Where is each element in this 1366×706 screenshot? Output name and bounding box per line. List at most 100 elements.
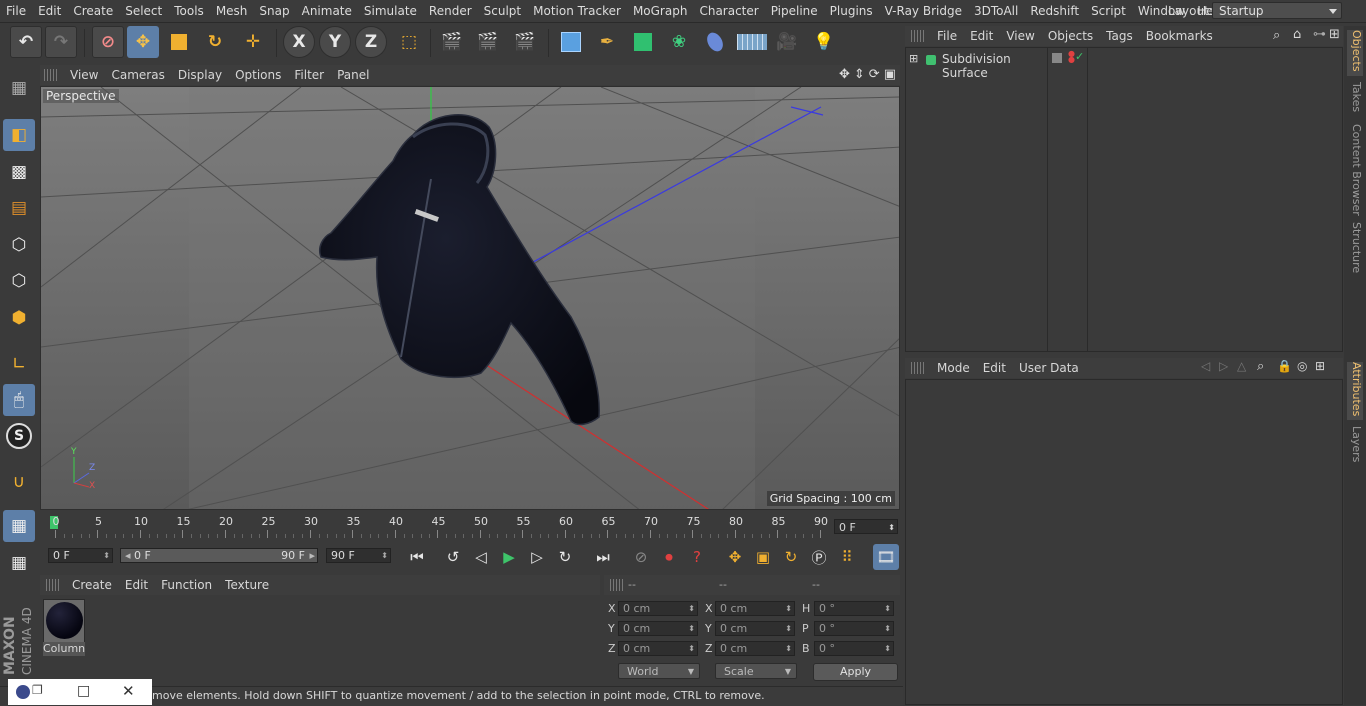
axis-mode-button[interactable]: ∟	[3, 348, 35, 380]
lock-workplane-button[interactable]: ▦	[3, 510, 35, 542]
attribute-menu-user-data[interactable]: User Data	[1015, 361, 1088, 375]
tab-objects[interactable]: Objects	[1347, 30, 1363, 76]
cloner-button[interactable]: ❀	[663, 26, 695, 58]
snap-button[interactable]: S	[3, 420, 35, 452]
key-scale-button[interactable]: ▣	[750, 544, 776, 570]
end-frame-field[interactable]: 90 F ⬍	[326, 548, 391, 563]
object-menu-view[interactable]: View	[1002, 29, 1043, 43]
viewport-menu-options[interactable]: Options	[231, 68, 290, 82]
coordinate-mode-dropdown[interactable]: World ▼	[618, 663, 700, 679]
menu-simulate[interactable]: Simulate	[358, 0, 423, 22]
object-menu-file[interactable]: File	[933, 29, 966, 43]
new-panel-icon[interactable]: ⊞	[1315, 359, 1325, 373]
deformer-button[interactable]	[699, 26, 731, 58]
search-icon[interactable]: ⌕	[1257, 359, 1264, 374]
floor-object-button[interactable]	[734, 26, 770, 58]
perspective-viewport[interactable]: Perspective Y Z X Grid Spacing : 100 cm	[40, 86, 900, 510]
key-point-level-button[interactable]: ⠿	[834, 544, 860, 570]
menu-vray-bridge[interactable]: V-Ray Bridge	[879, 0, 968, 22]
menu-file[interactable]: File	[0, 0, 32, 22]
menu-create[interactable]: Create	[67, 0, 119, 22]
start-frame-field[interactable]: 0 F ⬍	[48, 548, 113, 563]
tab-layers[interactable]: Layers	[1347, 426, 1363, 466]
render-view-button[interactable]: 🎬	[436, 26, 468, 58]
tweak-mode-button[interactable]: 🖱	[3, 384, 35, 416]
points-mode-button[interactable]: ⬡	[3, 229, 35, 261]
viewport-menu-filter[interactable]: Filter	[290, 68, 333, 82]
layer-tag-icon[interactable]	[1052, 53, 1062, 63]
coordinate-system-button[interactable]: ⬚	[393, 26, 425, 58]
menu-edit[interactable]: Edit	[32, 0, 67, 22]
position-field[interactable]: 0 cm ⬍	[618, 621, 698, 636]
timeline-ruler[interactable]: 0 5 10 15 20 25 30 35 40 45 50 55 60 65 70 75 80 85 90	[40, 512, 900, 540]
menu-character[interactable]: Character	[693, 0, 764, 22]
preview-range-slider[interactable]: ◂ 0 F 90 F ▸	[120, 548, 318, 563]
tab-content-browser[interactable]: Content Browser	[1347, 124, 1363, 216]
object-row[interactable]: ⊞ Subdivision Surface	[906, 52, 1046, 80]
edges-mode-button[interactable]: ⬡	[3, 265, 35, 297]
menu-render[interactable]: Render	[423, 0, 478, 22]
y-axis-lock-button[interactable]: Y	[319, 26, 351, 58]
planar-workplane-button[interactable]: ▦	[3, 547, 35, 579]
viewport-menu-panel[interactable]: Panel	[333, 68, 378, 82]
target-icon[interactable]: ◎	[1297, 359, 1307, 373]
menu-3dtoall[interactable]: 3DToAll	[968, 0, 1024, 22]
x-axis-lock-button[interactable]: X	[283, 26, 315, 58]
position-field[interactable]: 0 cm ⬍	[618, 601, 698, 616]
render-picture-viewer-button[interactable]: 🎬	[472, 26, 504, 58]
key-parameter-button[interactable]: Ⓟ	[806, 544, 832, 570]
restore-icon[interactable]: ❐	[32, 683, 43, 697]
live-selection-button[interactable]: ⊘	[92, 26, 124, 58]
play-button[interactable]: ▶	[496, 544, 522, 570]
record-keys-button[interactable]: ⊘	[628, 544, 654, 570]
keyframe-selection-button[interactable]: ?	[684, 544, 710, 570]
material-menu-create[interactable]: Create	[68, 578, 121, 592]
maximize-window-icon[interactable]: □	[77, 683, 90, 699]
menu-redshift[interactable]: Redshift	[1024, 0, 1085, 22]
close-icon[interactable]: ✕	[122, 682, 135, 700]
object-menu-edit[interactable]: Edit	[966, 29, 1002, 43]
render-settings-button[interactable]: 🎬	[509, 26, 541, 58]
link-icon[interactable]: ⊶	[1313, 27, 1326, 42]
viewport-menu-view[interactable]: View	[66, 68, 107, 82]
material-menu-edit[interactable]: Edit	[121, 578, 157, 592]
material-preview[interactable]	[43, 599, 85, 643]
menu-mograph[interactable]: MoGraph	[627, 0, 694, 22]
previous-frame-button[interactable]: ◁	[468, 544, 494, 570]
menu-mesh[interactable]: Mesh	[210, 0, 254, 22]
scale-mode-dropdown[interactable]: Scale ▼	[715, 663, 797, 679]
layout-dropdown[interactable]: Startup	[1212, 2, 1342, 19]
lock-icon[interactable]: 🔒	[1277, 359, 1292, 373]
minimized-window-bar[interactable]: ❐ □ ✕	[8, 679, 152, 705]
menu-select[interactable]: Select	[119, 0, 168, 22]
light-object-button[interactable]: 💡	[808, 26, 840, 58]
menu-pipeline[interactable]: Pipeline	[765, 0, 824, 22]
object-menu-bookmarks[interactable]: Bookmarks	[1142, 29, 1222, 43]
go-to-end-button[interactable]: ⏭	[590, 544, 616, 570]
menu-motion-tracker[interactable]: Motion Tracker	[527, 0, 627, 22]
z-axis-lock-button[interactable]: Z	[355, 26, 387, 58]
subdivision-surface-button[interactable]	[627, 26, 659, 58]
workplane-mode-button[interactable]: ▤	[3, 192, 35, 224]
magnet-button[interactable]: ∪	[3, 466, 35, 498]
menu-animate[interactable]: Animate	[296, 0, 358, 22]
menu-script[interactable]: Script	[1085, 0, 1132, 22]
rotation-field[interactable]: 0 ° ⬍	[814, 641, 894, 656]
object-menu-objects[interactable]: Objects	[1044, 29, 1102, 43]
rotate-tool-button[interactable]: ↻	[199, 26, 231, 58]
attribute-menu-mode[interactable]: Mode	[933, 361, 979, 375]
key-rotation-button[interactable]: ↻	[778, 544, 804, 570]
back-arrow-icon[interactable]: ◁	[1201, 359, 1210, 373]
material-name[interactable]: Column	[43, 642, 85, 656]
rotation-field[interactable]: 0 ° ⬍	[814, 621, 894, 636]
timeline-window-button[interactable]: 🎞	[873, 544, 899, 570]
camera-object-button[interactable]: 🎥	[771, 26, 803, 58]
viewport-menu-cameras[interactable]: Cameras	[107, 68, 173, 82]
scale-tool-button[interactable]	[163, 26, 195, 58]
up-arrow-icon[interactable]: △	[1237, 359, 1246, 373]
viewport-menu-display[interactable]: Display	[174, 68, 231, 82]
material-menu-texture[interactable]: Texture	[221, 578, 278, 592]
model-mode-button[interactable]: ◧	[3, 119, 35, 151]
new-panel-icon[interactable]: ⊞	[1329, 27, 1340, 42]
transform-tool-button[interactable]: ✛	[237, 26, 269, 58]
